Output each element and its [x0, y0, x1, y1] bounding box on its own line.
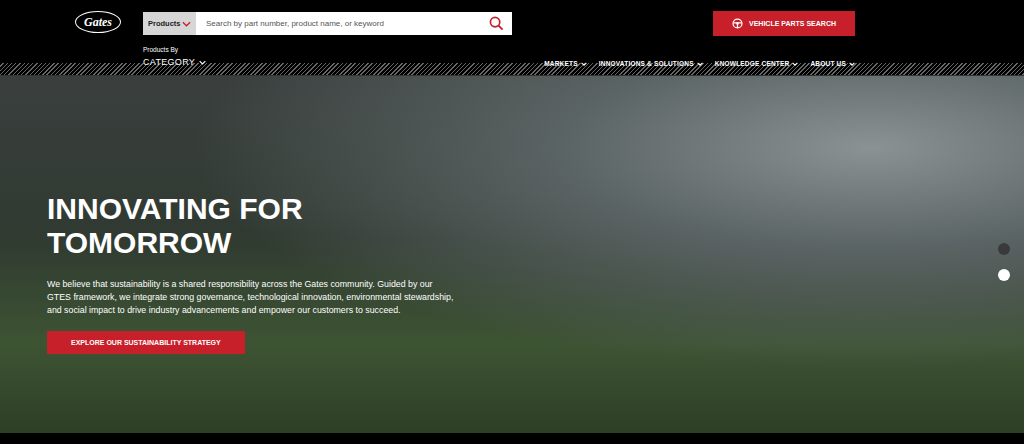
- steering-wheel-icon: [732, 18, 743, 29]
- page: Gates Products VEHICLE PARTS SEARCH Prod…: [0, 0, 1024, 444]
- nav-item[interactable]: MARKETS: [544, 60, 587, 67]
- search-input[interactable]: [196, 19, 489, 28]
- nav-item[interactable]: ABOUT US: [810, 60, 855, 67]
- gates-logo[interactable]: Gates: [75, 11, 121, 33]
- search-scope-dropdown[interactable]: Products: [143, 12, 196, 35]
- chevron-down-icon: [697, 62, 703, 66]
- hero-title: INNOVATING FOR TOMORROW: [47, 192, 367, 260]
- sustainability-strategy-button[interactable]: EXPLORE OUR SUSTAINABILITY STRATEGY: [47, 331, 245, 354]
- chevron-down-icon: [792, 62, 798, 66]
- carousel-dot[interactable]: [998, 243, 1010, 255]
- chevron-down-icon: [581, 62, 587, 66]
- site-header: Gates Products VEHICLE PARTS SEARCH Prod…: [0, 0, 1024, 63]
- chevron-down-icon: [199, 60, 206, 65]
- chevron-down-icon: [182, 21, 191, 27]
- hero-text: We believe that sustainability is a shar…: [47, 278, 457, 317]
- chevron-down-icon: [849, 62, 855, 66]
- carousel-dot[interactable]: [998, 269, 1010, 281]
- vehicle-parts-search-button[interactable]: VEHICLE PARTS SEARCH: [713, 11, 855, 36]
- carousel-dots: [998, 243, 1010, 281]
- category-menu[interactable]: Products By CATEGORY: [143, 46, 206, 67]
- nav-item[interactable]: KNOWLEDGE CENTER: [715, 60, 799, 67]
- nav-item[interactable]: INNOVATIONS & SOLUTIONS: [599, 60, 703, 67]
- search-bar: Products: [143, 12, 512, 35]
- search-icon[interactable]: [489, 16, 504, 31]
- main-nav: MARKETS INNOVATIONS & SOLUTIONS KNOWLEDG…: [544, 60, 855, 67]
- hero-banner: INNOVATING FOR TOMORROW We believe that …: [0, 76, 1024, 433]
